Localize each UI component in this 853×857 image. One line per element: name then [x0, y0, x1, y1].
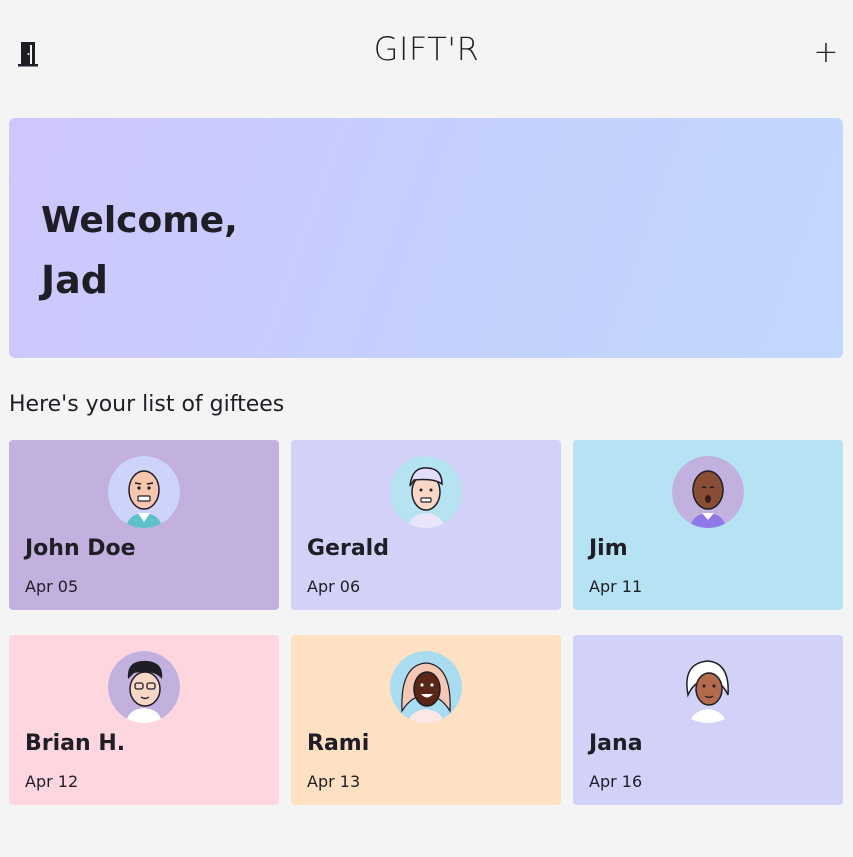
giftee-name: Gerald	[307, 536, 389, 561]
giftee-card[interactable]: Brian H. Apr 12	[9, 635, 279, 805]
giftee-name: John Doe	[25, 536, 136, 561]
giftee-name: Rami	[307, 731, 370, 756]
giftee-name: Jim	[589, 536, 628, 561]
giftee-card[interactable]: Rami Apr 13	[291, 635, 561, 805]
giftee-date: Apr 05	[25, 577, 79, 596]
avatar	[108, 456, 180, 528]
avatar	[672, 456, 744, 528]
avatar	[672, 651, 744, 723]
giftee-date: Apr 12	[25, 772, 79, 791]
giftee-card[interactable]: Gerald Apr 06	[291, 440, 561, 610]
giftee-date: Apr 06	[307, 577, 361, 596]
app-title: GIFT'R	[373, 30, 480, 68]
app-header: GIFT'R +	[0, 0, 853, 110]
avatar	[108, 651, 180, 723]
giftee-list-title: Here's your list of giftees	[9, 392, 285, 417]
giftee-card[interactable]: Jim Apr 11	[573, 440, 843, 610]
avatar	[390, 456, 462, 528]
welcome-greeting: Welcome,	[41, 200, 238, 241]
welcome-user-name: Jad	[41, 258, 108, 302]
avatar	[390, 651, 462, 723]
giftee-name: Jana	[589, 731, 643, 756]
giftee-date: Apr 11	[589, 577, 643, 596]
giftee-date: Apr 16	[589, 772, 643, 791]
giftee-card[interactable]: John Doe Apr 05	[9, 440, 279, 610]
giftee-date: Apr 13	[307, 772, 361, 791]
giftee-card[interactable]: Jana Apr 16	[573, 635, 843, 805]
welcome-banner: Welcome, Jad	[9, 118, 843, 358]
add-giftee-button[interactable]: +	[812, 36, 840, 70]
giftee-name: Brian H.	[25, 731, 126, 756]
